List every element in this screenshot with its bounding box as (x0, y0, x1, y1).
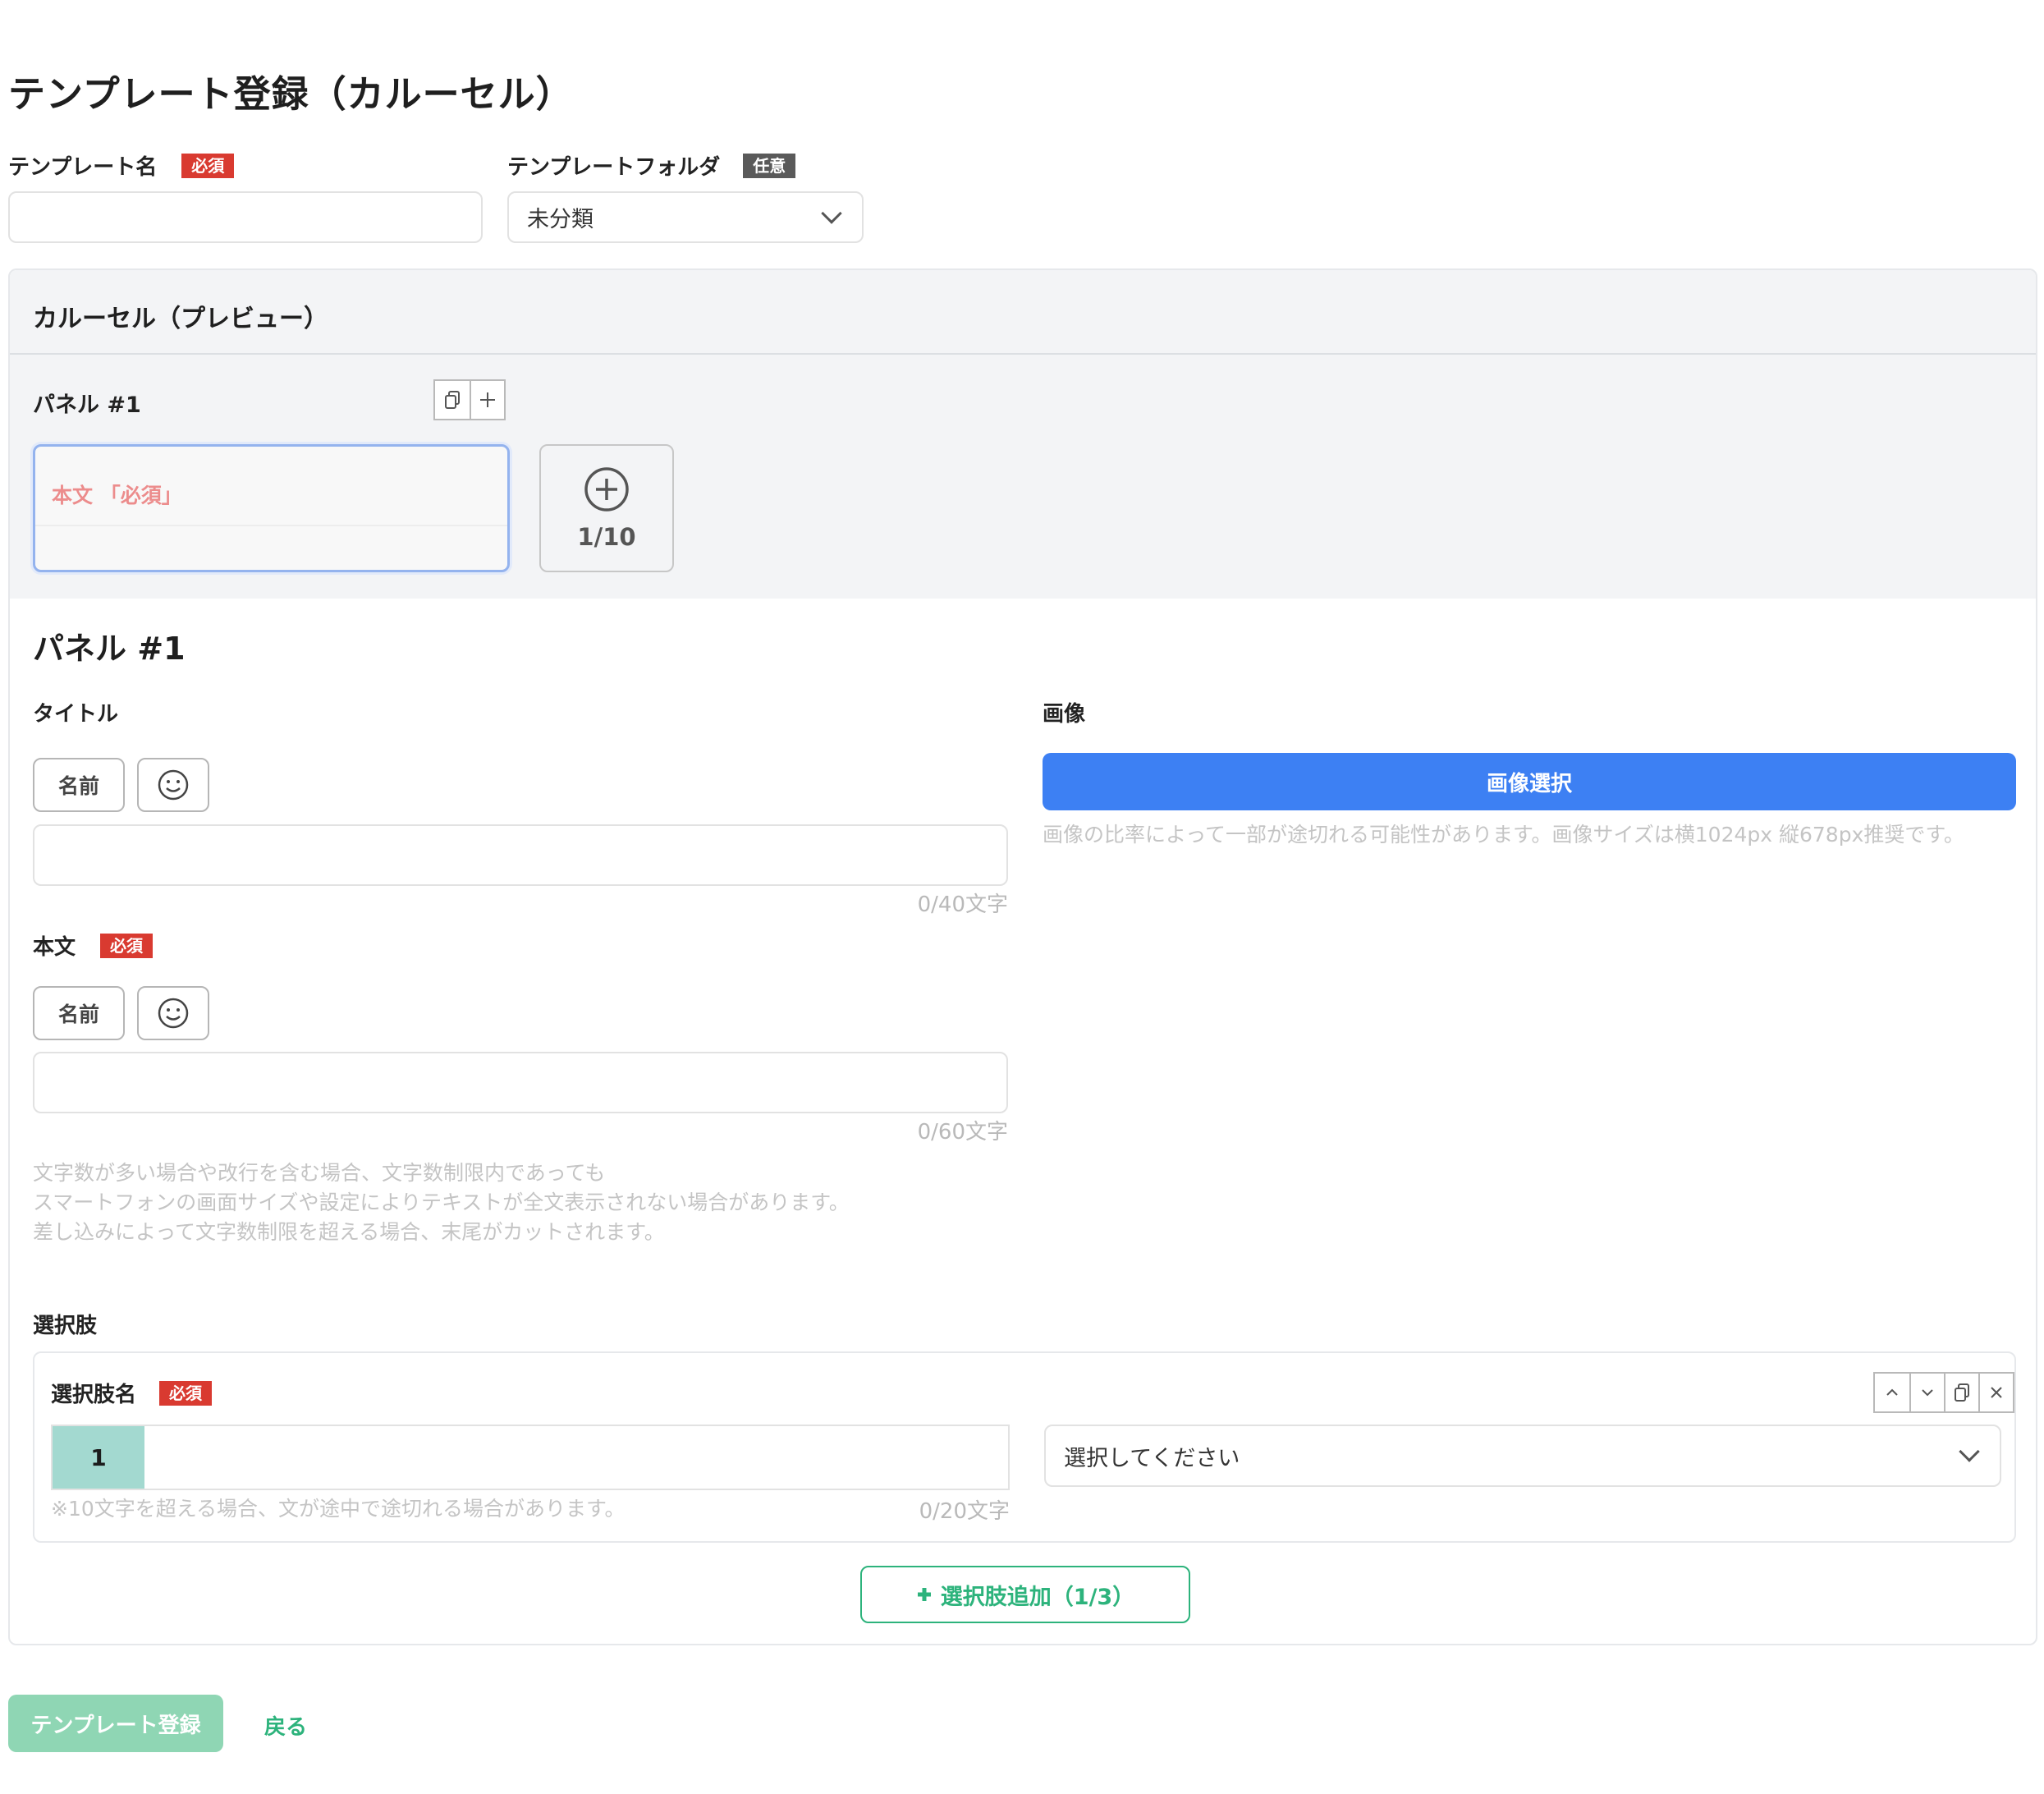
preview-panel-card[interactable]: 本文 「必須」 (33, 444, 510, 572)
choices-label: 選択肢 (33, 1314, 98, 1338)
image-hint: 画像の比率によって一部が途切れる可能性があります。画像サイズは横1024px 縦… (1043, 823, 1964, 847)
folder-select-value: 未分類 (527, 207, 593, 232)
preview-panel-body-placeholder: 本文 「必須」 (52, 484, 182, 507)
title-label: タイトル (33, 702, 119, 727)
insert-name-button[interactable]: 名前 (33, 758, 125, 812)
smiley-icon (158, 769, 189, 801)
add-panel-small-button[interactable] (470, 381, 504, 419)
body-input[interactable] (33, 1052, 1008, 1113)
preview-panel-divider (35, 525, 507, 526)
register-template-button[interactable]: テンプレート登録 (8, 1695, 223, 1752)
plus-icon (480, 392, 495, 407)
choice-number: 1 (53, 1426, 144, 1489)
required-badge: 必須 (181, 153, 235, 178)
copy-panel-button[interactable] (435, 381, 470, 419)
folder-label-row: テンプレートフォルダ 任意 (507, 150, 796, 181)
move-down-button[interactable] (1909, 1374, 1944, 1411)
page-title: テンプレート登録（カルーセル） (8, 72, 574, 116)
body-label-row: 本文 必須 (33, 930, 154, 961)
choice-name-label: 選択肢名 (51, 1383, 137, 1407)
required-badge: 必須 (100, 933, 154, 958)
optional-badge: 任意 (743, 153, 796, 178)
folder-label: テンプレートフォルダ (507, 155, 721, 180)
plus-icon (917, 1588, 931, 1601)
emoji-button[interactable] (137, 986, 209, 1040)
carousel-card: カルーセル（プレビュー） パネル #1 本文 「必須」 1/10 パネル #1 … (8, 268, 2037, 1645)
choice-name-field: 1 (51, 1425, 1010, 1490)
choice-actions (1873, 1372, 2014, 1413)
choice-action-placeholder: 選択してください (1064, 1445, 1240, 1471)
template-name-input[interactable] (8, 191, 483, 243)
body-counter: 0/60文字 (917, 1120, 1008, 1145)
preview-title: カルーセル（プレビュー） (33, 305, 328, 333)
choice-note: ※10文字を超える場合、文が途中で途切れる場合があります。 (51, 1497, 626, 1521)
chevron-down-icon (1959, 1441, 1980, 1462)
carousel-preview: カルーセル（プレビュー） パネル #1 本文 「必須」 1/10 (10, 270, 2036, 599)
close-icon (1991, 1387, 2002, 1398)
folder-select[interactable]: 未分類 (507, 191, 864, 243)
preview-panel-label: パネル #1 (33, 392, 141, 418)
choice-item: 選択肢名 必須 1 選択してください ※10文字を超える場合、文が途中で途切れる… (33, 1351, 2016, 1543)
template-name-label: テンプレート名 (8, 155, 158, 180)
choice-name-label-row: 選択肢名 必須 (51, 1378, 213, 1408)
title-counter: 0/40文字 (917, 892, 1008, 917)
image-label: 画像 (1043, 702, 1086, 727)
emoji-button[interactable] (137, 758, 209, 812)
plus-circle-icon (584, 467, 629, 512)
body-hint-line: 文字数が多い場合や改行を含む場合、文字数制限内であっても (33, 1161, 606, 1185)
body-label: 本文 (33, 935, 76, 960)
choice-counter: 0/20文字 (919, 1499, 1010, 1524)
copy-choice-button[interactable] (1944, 1374, 1978, 1411)
body-hint-line: スマートフォンの画面サイズや設定によりテキストが全文表示されない場合があります。 (33, 1191, 850, 1214)
choice-name-input[interactable] (144, 1426, 1008, 1489)
template-name-label-row: テンプレート名 必須 (8, 150, 235, 181)
panel-heading: パネル #1 (33, 631, 186, 667)
chevron-down-icon (821, 202, 842, 224)
body-hint-line: 差し込みによって文字数制限を超える場合、末尾がカットされます。 (33, 1220, 665, 1244)
chevron-down-icon (1922, 1389, 1933, 1397)
add-choice-label: 選択肢追加（1/3） (940, 1584, 1135, 1610)
image-select-button[interactable]: 画像選択 (1043, 753, 2016, 810)
preview-panel-actions (433, 379, 506, 420)
add-choice-button[interactable]: 選択肢追加（1/3） (860, 1566, 1190, 1623)
chevron-up-icon (1886, 1388, 1898, 1396)
preview-header: カルーセル（プレビュー） (10, 270, 2036, 355)
delete-choice-button[interactable] (1978, 1374, 2013, 1411)
body-hint: 文字数が多い場合や改行を含む場合、文字数制限内であっても スマートフォンの画面サ… (33, 1159, 1008, 1247)
copy-icon (445, 391, 460, 409)
move-up-button[interactable] (1875, 1374, 1909, 1411)
panel-count: 1/10 (577, 523, 636, 551)
insert-name-button[interactable]: 名前 (33, 986, 125, 1040)
smiley-icon (158, 998, 189, 1029)
title-input[interactable] (33, 824, 1008, 886)
required-badge: 必須 (159, 1380, 213, 1406)
add-panel-button[interactable]: 1/10 (539, 444, 674, 572)
choice-action-select[interactable]: 選択してください (1044, 1425, 2001, 1487)
back-link[interactable]: 戻る (264, 1710, 307, 1741)
copy-icon (1955, 1383, 1969, 1402)
